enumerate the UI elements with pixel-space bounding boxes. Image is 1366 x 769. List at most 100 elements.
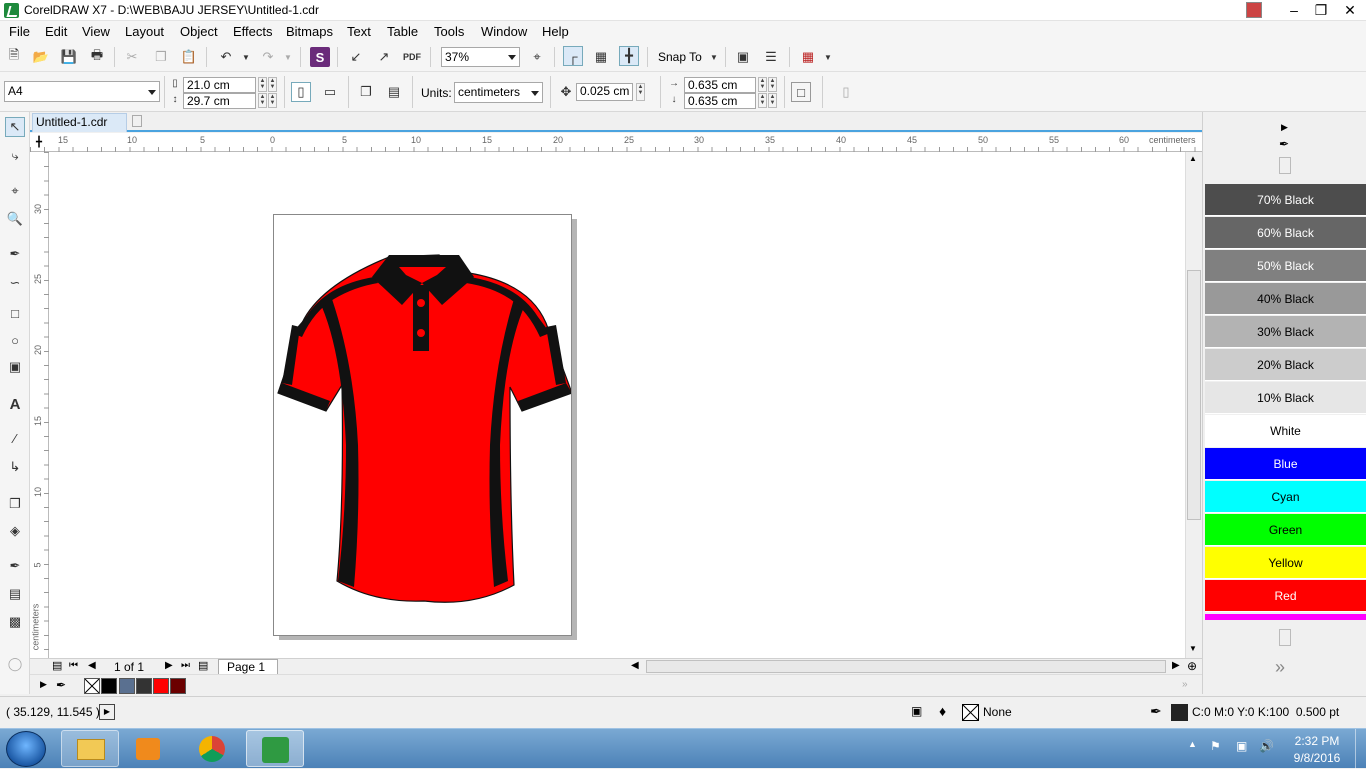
units-select[interactable]: centimeters — [454, 82, 543, 103]
export-icon[interactable]: ↗ — [374, 47, 394, 67]
interactive-fill-tool-icon[interactable]: ▤ — [5, 584, 25, 604]
palette-options-icon[interactable]: ▶ — [1281, 122, 1288, 133]
polygon-tool-icon[interactable]: ▣ — [5, 357, 25, 377]
palette-chip[interactable]: Cyan — [1205, 481, 1366, 513]
redo-dropdown-icon[interactable]: ▼ — [278, 47, 298, 67]
zoom-level-select[interactable]: 37% — [441, 47, 520, 67]
paste-icon[interactable]: 📋 — [179, 47, 199, 67]
show-grid-icon[interactable]: ▦ — [591, 47, 611, 67]
add-page-before-icon[interactable]: ▤ — [52, 659, 62, 672]
scroll-left-icon[interactable]: ◀ — [631, 660, 639, 671]
palette-eyedropper-icon[interactable]: ✒ — [56, 678, 66, 692]
vertical-scroll-thumb[interactable] — [1187, 270, 1201, 520]
menu-layout[interactable]: Layout — [125, 24, 164, 39]
palette-chip[interactable]: 10% Black — [1205, 382, 1366, 414]
menu-file[interactable]: File — [9, 24, 30, 39]
menu-tools[interactable]: Tools — [434, 24, 464, 39]
show-desktop-button[interactable] — [1355, 729, 1366, 769]
zoom-to-fit-icon[interactable]: ⌖ — [527, 47, 547, 67]
crop-tool-icon[interactable]: ⌖ — [5, 181, 25, 201]
height-spinner[interactable]: ▲ ▼ — [258, 93, 267, 108]
toolbox-options-icon[interactable]: ◯ — [5, 654, 25, 674]
portrait-icon[interactable]: ▯ — [291, 82, 311, 102]
chrome-taskbar-button[interactable] — [183, 730, 241, 767]
palette-eyedropper-icon[interactable]: ✒ — [1279, 137, 1289, 151]
clock-date[interactable]: 9/8/2016 — [1290, 751, 1344, 765]
palette-chip[interactable]: Yellow — [1205, 547, 1366, 579]
scroll-down-icon[interactable]: ▼ — [1189, 644, 1197, 653]
palette-chip[interactable]: 70% Black — [1205, 184, 1366, 216]
menu-bitmaps[interactable]: Bitmaps — [286, 24, 333, 39]
palette-chip[interactable]: Red — [1205, 580, 1366, 612]
outline-color-swatch[interactable] — [1171, 704, 1188, 721]
clock-time[interactable]: 2:32 PM — [1292, 734, 1342, 748]
paper-size-select[interactable]: A4 — [4, 81, 160, 102]
add-page-after-icon[interactable]: ▤ — [198, 659, 208, 672]
height-spinner-2[interactable]: ▲ ▼ — [268, 93, 277, 108]
palette-chip[interactable]: 60% Black — [1205, 217, 1366, 249]
no-color-swatch[interactable] — [84, 678, 100, 694]
last-page-icon[interactable]: ⏭ — [181, 660, 190, 671]
restore-button[interactable]: ❐ — [1305, 0, 1337, 21]
search-content-icon[interactable]: S — [310, 47, 330, 67]
drawing-canvas[interactable] — [49, 152, 1185, 658]
user-account-icon[interactable] — [1246, 2, 1262, 18]
open-folder-icon[interactable]: 📂 — [31, 47, 51, 67]
page[interactable] — [273, 214, 573, 636]
menu-text[interactable]: Text — [347, 24, 371, 39]
current-page-icon[interactable]: ▤ — [384, 82, 404, 102]
scroll-right-icon[interactable]: ▶ — [1172, 660, 1180, 671]
next-page-icon[interactable]: ▶ — [165, 660, 173, 671]
menu-view[interactable]: View — [82, 24, 110, 39]
snap-to-arrow-icon[interactable]: ▼ — [704, 47, 724, 67]
ellipse-tool-icon[interactable]: ○ — [5, 330, 25, 350]
show-rulers-icon[interactable]: ┌ — [563, 46, 583, 66]
duplicate-y-field[interactable]: 0.635 cm — [684, 93, 756, 109]
width-spinner[interactable]: ▲ ▼ — [258, 77, 267, 92]
freehand-tool-icon[interactable]: ✒ — [5, 244, 25, 264]
menu-edit[interactable]: Edit — [45, 24, 67, 39]
close-button[interactable]: ✕ — [1334, 0, 1366, 21]
action-center-icon[interactable]: ⚑ — [1210, 739, 1221, 753]
duplicate-x-field[interactable]: 0.635 cm — [684, 77, 756, 93]
eyedropper-tool-icon[interactable]: ✒ — [5, 556, 25, 576]
transparency-tool-icon[interactable]: ◈ — [5, 521, 25, 541]
save-icon[interactable]: 💾 — [59, 47, 79, 67]
welcome-screen-icon[interactable]: ▣ — [733, 47, 753, 67]
palette-chip[interactable]: Green — [1205, 514, 1366, 546]
print-icon[interactable]: 🖶 — [87, 47, 107, 67]
explorer-taskbar-button[interactable] — [61, 730, 119, 767]
palette-chip[interactable]: White — [1205, 415, 1366, 447]
panel-toggle-icon[interactable]: ▯ — [836, 82, 856, 102]
undo-icon[interactable]: ↶ — [216, 47, 236, 67]
status-menu-icon[interactable]: ▶ — [99, 704, 115, 720]
horizontal-scroll-thumb[interactable] — [646, 660, 1166, 673]
drop-shadow-tool-icon[interactable]: ❐ — [5, 494, 25, 514]
launcher-dropdown-icon[interactable]: ▼ — [818, 47, 838, 67]
options-icon[interactable]: ☰ — [761, 47, 781, 67]
menu-window[interactable]: Window — [481, 24, 527, 39]
palette-scroll-down-icon[interactable] — [1279, 629, 1291, 646]
application-launcher-icon[interactable]: ▦ — [798, 47, 818, 67]
nudge-spinner[interactable]: ▲ ▼ — [636, 83, 645, 101]
magenta-chip[interactable] — [1205, 614, 1366, 620]
zoom-tool-icon[interactable]: 🔍 — [5, 209, 25, 229]
page-tab[interactable]: Page 1 — [218, 659, 278, 675]
doc-palette-scroll-icon[interactable]: » — [1182, 679, 1188, 690]
dimension-tool-icon[interactable]: ∕ — [5, 428, 25, 448]
menu-effects[interactable]: Effects — [233, 24, 273, 39]
dup-y-spinner-2[interactable]: ▲ ▼ — [768, 93, 777, 108]
dup-x-spinner[interactable]: ▲ ▼ — [758, 77, 767, 92]
scroll-up-icon[interactable]: ▲ — [1189, 154, 1197, 163]
page-height-field[interactable]: 29.7 cm — [183, 93, 256, 109]
copy-icon[interactable]: ❐ — [151, 47, 171, 67]
horizontal-ruler[interactable]: ╋ 15 10 5 0 5 10 15 20 25 30 35 40 45 50… — [30, 133, 1202, 152]
palette-menu-icon[interactable]: ▶ — [40, 679, 47, 690]
cut-icon[interactable]: ✂ — [122, 47, 142, 67]
palette-chip[interactable]: 40% Black — [1205, 283, 1366, 315]
undo-dropdown-icon[interactable]: ▼ — [236, 47, 256, 67]
document-tab[interactable]: Untitled-1.cdr — [32, 113, 127, 132]
volume-icon[interactable]: 🔊 — [1259, 739, 1274, 753]
pick-tool-icon[interactable]: ↖ — [5, 117, 25, 137]
text-tool-icon[interactable]: A — [5, 394, 25, 414]
